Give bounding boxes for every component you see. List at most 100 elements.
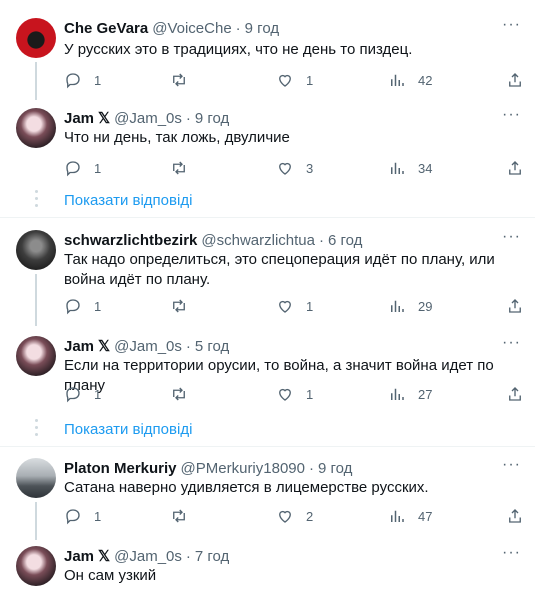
action-bar: 1 1 42 xyxy=(64,70,524,90)
views-button[interactable]: 42 xyxy=(388,70,432,90)
like-button[interactable]: 3 xyxy=(276,158,313,178)
reply-icon xyxy=(66,299,80,315)
views-count: 47 xyxy=(418,508,433,524)
action-bar: 1 3 34 xyxy=(64,158,524,178)
tweet-text: Сатана наверно удивляется в лицемерстве … xyxy=(64,479,429,496)
more-icon[interactable]: ··· xyxy=(502,334,521,352)
views-button[interactable]: 34 xyxy=(388,158,432,178)
retweet-button[interactable] xyxy=(170,158,188,178)
tweet-header: Che GeVara @VoiceChe · 9 год xyxy=(64,18,279,38)
tweet-text: Он сам узкий xyxy=(64,567,157,584)
share-icon xyxy=(509,387,521,401)
timestamp[interactable]: 7 год xyxy=(195,548,229,565)
like-button[interactable]: 1 xyxy=(276,384,313,404)
x-badge-icon: 𝕏 xyxy=(98,548,111,565)
like-button[interactable]: 1 xyxy=(276,70,313,90)
retweet-button[interactable] xyxy=(170,506,188,526)
reply-button[interactable]: 1 xyxy=(64,70,101,90)
share-button[interactable] xyxy=(506,70,524,90)
tweet-header: schwarzlichtbezirk @schwarzlichtua · 6 г… xyxy=(64,230,362,250)
separator: · xyxy=(185,109,191,127)
author-handle[interactable]: @Jam_0s xyxy=(114,110,182,127)
reply-icon xyxy=(66,161,80,177)
author-name[interactable]: schwarzlichtbezirk xyxy=(64,232,197,249)
action-bar: 1 1 29 xyxy=(64,296,524,316)
views-icon xyxy=(391,162,404,174)
share-icon xyxy=(509,299,521,313)
share-button[interactable] xyxy=(506,296,524,316)
avatar[interactable] xyxy=(16,18,56,58)
tweet-header: Jam 𝕏 @Jam_0s · 9 год xyxy=(64,108,229,128)
tweet-text: Что ни день, так ложь, двуличие xyxy=(64,129,290,146)
reply-icon xyxy=(66,387,80,403)
action-bar: 1 2 47 xyxy=(64,506,524,526)
reply-count: 1 xyxy=(94,72,102,88)
views-count: 34 xyxy=(418,160,433,176)
like-button[interactable]: 1 xyxy=(276,296,313,316)
like-icon xyxy=(279,388,291,401)
like-icon xyxy=(279,300,291,313)
reply-button[interactable]: 1 xyxy=(64,384,101,404)
author-handle[interactable]: @schwarzlichtua xyxy=(201,232,315,249)
share-button[interactable] xyxy=(506,158,524,178)
share-button[interactable] xyxy=(506,384,524,404)
x-badge-icon: 𝕏 xyxy=(98,338,111,355)
author-name[interactable]: Jam xyxy=(64,110,94,127)
more-icon[interactable]: ··· xyxy=(502,228,521,246)
timestamp[interactable]: 9 год xyxy=(245,20,279,37)
timestamp[interactable]: 9 год xyxy=(318,460,352,477)
views-button[interactable]: 27 xyxy=(388,384,432,404)
reply-button[interactable]: 1 xyxy=(64,158,101,178)
retweet-icon xyxy=(173,161,185,175)
author-name[interactable]: Platon Merkuriy xyxy=(64,460,177,477)
author-handle[interactable]: @PMerkuriy18090 xyxy=(181,460,305,477)
divider xyxy=(0,446,535,447)
avatar[interactable] xyxy=(16,108,56,148)
reply-button[interactable]: 1 xyxy=(64,296,101,316)
retweet-button[interactable] xyxy=(170,70,188,90)
retweet-icon xyxy=(173,509,185,523)
views-button[interactable]: 47 xyxy=(388,506,432,526)
author-handle[interactable]: @Jam_0s xyxy=(114,338,182,355)
like-icon xyxy=(279,510,291,523)
author-name[interactable]: Jam xyxy=(64,548,94,565)
author-name[interactable]: Che GeVara xyxy=(64,20,148,37)
author-name[interactable]: Jam xyxy=(64,338,94,355)
more-icon[interactable]: ··· xyxy=(502,544,521,562)
avatar[interactable] xyxy=(16,336,56,376)
show-replies-link[interactable]: Показати відповіді xyxy=(64,421,192,438)
avatar[interactable] xyxy=(16,230,56,270)
share-button[interactable] xyxy=(506,506,524,526)
retweet-icon xyxy=(173,299,185,313)
retweet-button[interactable] xyxy=(170,384,188,404)
thread-line xyxy=(35,502,37,540)
more-icon[interactable]: ··· xyxy=(502,456,521,474)
like-count: 1 xyxy=(306,72,314,88)
like-count: 1 xyxy=(306,386,314,402)
timestamp[interactable]: 9 год xyxy=(195,110,229,127)
views-count: 27 xyxy=(418,386,433,402)
reply-icon xyxy=(66,509,80,525)
author-handle[interactable]: @Jam_0s xyxy=(114,548,182,565)
views-button[interactable]: 29 xyxy=(388,296,432,316)
avatar[interactable] xyxy=(16,458,56,498)
author-handle[interactable]: @VoiceChe xyxy=(152,20,231,37)
reply-button[interactable]: 1 xyxy=(64,506,101,526)
avatar[interactable] xyxy=(16,546,56,586)
timestamp[interactable]: 5 год xyxy=(195,338,229,355)
share-icon xyxy=(509,161,521,175)
separator: · xyxy=(185,547,191,565)
like-icon xyxy=(279,162,291,175)
like-count: 1 xyxy=(306,298,314,314)
tweet-header: Platon Merkuriy @PMerkuriy18090 · 9 год xyxy=(64,458,352,478)
views-count: 42 xyxy=(418,72,433,88)
more-icon[interactable]: ··· xyxy=(502,106,521,124)
like-button[interactable]: 2 xyxy=(276,506,313,526)
retweet-button[interactable] xyxy=(170,296,188,316)
action-bar: 1 1 27 xyxy=(64,384,524,404)
reply-count: 1 xyxy=(94,508,102,524)
tweet-text: Так надо определиться, это спецоперация … xyxy=(64,251,495,288)
more-icon[interactable]: ··· xyxy=(502,16,521,34)
timestamp[interactable]: 6 год xyxy=(328,232,362,249)
show-replies-link[interactable]: Показати відповіді xyxy=(64,192,192,209)
